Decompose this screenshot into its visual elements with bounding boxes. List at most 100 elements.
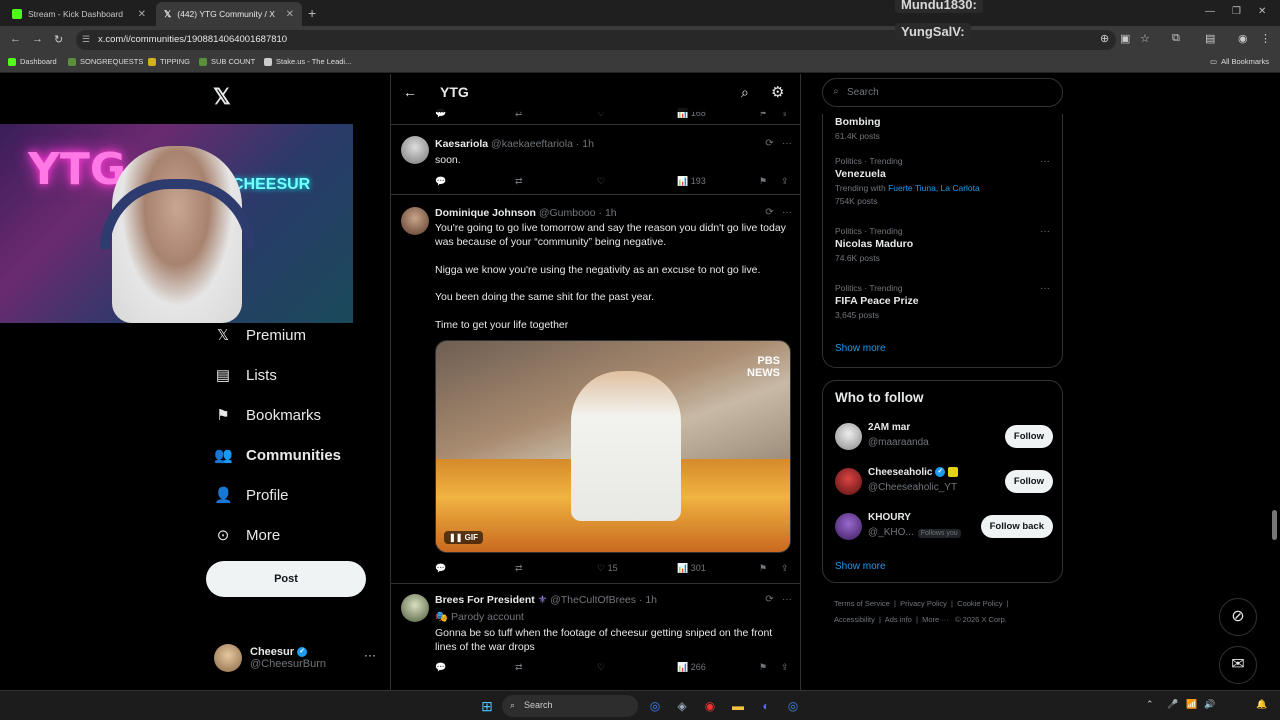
chrome-icon[interactable]: ◎ xyxy=(646,697,664,715)
bookmark-icon[interactable]: ⚑ xyxy=(759,176,767,187)
file-explorer-icon[interactable]: ▬ xyxy=(729,697,747,715)
scrollbar[interactable] xyxy=(1272,510,1277,540)
bookmark-songrequests[interactable]: SONGREQUESTS xyxy=(68,57,143,66)
views-count[interactable]: 📊 301 xyxy=(677,563,706,574)
retweet-icon[interactable]: ⇄ xyxy=(515,563,523,574)
grok-and-more-icon[interactable]: ⟳ ··· xyxy=(765,207,792,218)
avatar[interactable] xyxy=(401,207,429,235)
volume-icon[interactable]: 🔊 xyxy=(1204,699,1215,710)
grok-and-more-icon[interactable]: ⟳ ··· xyxy=(765,138,792,149)
chrome-icon[interactable]: ◎ xyxy=(784,697,802,715)
author-handle[interactable]: @TheCultOfBrees · 1h xyxy=(550,594,657,606)
forward-icon[interactable]: → xyxy=(32,33,43,45)
reply-icon[interactable]: 💬 xyxy=(435,176,446,187)
author-name[interactable]: Dominique Johnson xyxy=(435,207,536,219)
cast-icon[interactable]: ▣ xyxy=(1120,32,1130,45)
star-icon[interactable]: ☆ xyxy=(1140,32,1150,45)
grok-icon[interactable]: ⊘ xyxy=(1219,598,1257,636)
sidebar-item-more[interactable]: ⊙ More xyxy=(214,526,280,545)
notification-icon[interactable]: 🔔 xyxy=(1256,699,1267,710)
sidebar-item-premium[interactable]: 𝕏 Premium xyxy=(214,326,306,345)
gear-icon[interactable]: ⚙ xyxy=(771,83,784,101)
profile-avatar-icon[interactable]: ◉ xyxy=(1238,32,1248,45)
sidebar-item-communities[interactable]: 👥 Communities xyxy=(214,446,341,465)
more-dots-icon[interactable]: ··· xyxy=(1040,226,1050,237)
bookmark-dashboard[interactable]: Dashboard xyxy=(8,57,57,66)
share-icon[interactable]: ⇪ xyxy=(781,176,789,187)
sidebar-item-lists[interactable]: ▤ Lists xyxy=(214,366,277,385)
bookmark-icon[interactable]: ⚑ xyxy=(759,563,767,574)
back-arrow-icon[interactable]: ← xyxy=(403,84,417,100)
tweet[interactable]: Kaesariola @kaekaeeftariola · 1h ⟳ ··· s… xyxy=(391,124,800,195)
like-icon[interactable]: ♡ 15 xyxy=(597,563,618,574)
wifi-icon[interactable]: 📶 xyxy=(1186,699,1197,710)
reload-icon[interactable]: ↻ xyxy=(54,33,63,46)
messages-icon[interactable]: ✉ xyxy=(1219,646,1257,684)
author-name[interactable]: Kaesariola xyxy=(435,138,488,150)
minimize-icon[interactable]: — xyxy=(1205,6,1215,17)
follow-button[interactable]: Follow xyxy=(1004,470,1053,493)
like-icon[interactable]: ♡ xyxy=(597,176,605,187)
taskbar-search[interactable]: ⌕ Search xyxy=(502,695,638,717)
footer-link[interactable]: Cookie Policy xyxy=(957,599,1002,608)
search-input[interactable]: ⌕ Search xyxy=(822,78,1063,107)
footer-link[interactable]: Privacy Policy xyxy=(900,599,947,608)
site-info-icon[interactable]: ☰ xyxy=(82,34,90,45)
sidepanel-icon[interactable]: ▤ xyxy=(1205,32,1215,45)
tweet[interactable]: Dominique Johnson @Gumbooo · 1h ⟳ ··· Yo… xyxy=(391,195,800,584)
show-more-link[interactable]: Show more xyxy=(835,561,886,572)
retweet-icon[interactable]: ⇄ xyxy=(515,176,523,187)
tweet[interactable]: Brees For President ⚜ @TheCultOfBrees · … xyxy=(391,584,800,690)
menu-kebab-icon[interactable]: ⋮ xyxy=(1260,32,1271,45)
views-count[interactable]: 📊 193 xyxy=(677,176,706,187)
trend-item[interactable]: Politics · Trending Venezuela Trending w… xyxy=(835,156,1050,206)
footer-link[interactable]: Ads info xyxy=(885,615,912,624)
like-icon[interactable]: ♡ xyxy=(597,662,605,673)
bookmark-icon[interactable]: ⚑ xyxy=(759,662,767,673)
sidebar-item-profile[interactable]: 👤 Profile xyxy=(214,486,289,505)
more-dots-icon[interactable]: ··· xyxy=(1040,283,1050,294)
avatar[interactable] xyxy=(401,136,429,164)
close-tab-icon[interactable]: ✕ xyxy=(138,9,146,20)
follow-suggestion[interactable]: 2AM mar @maaraanda Follow xyxy=(835,421,1053,453)
show-more-link[interactable]: Show more xyxy=(835,343,886,354)
gif-badge[interactable]: ❚❚ GIF xyxy=(444,531,483,544)
discord-icon[interactable]: ◐ xyxy=(757,697,775,715)
trend-item[interactable]: Politics · Trending Nicolas Maduro 74.6K… xyxy=(835,226,1050,263)
trend-item[interactable]: Bombing 61.4K posts xyxy=(835,114,1050,141)
back-icon[interactable]: ← xyxy=(10,33,21,45)
grok-and-more-icon[interactable]: ⟳ ··· xyxy=(765,594,792,605)
extensions-icon[interactable]: ⧉ xyxy=(1172,32,1180,45)
footer-link[interactable]: Accessibility xyxy=(834,615,875,624)
follow-suggestion[interactable]: Cheeseaholic ✓ @Cheeseaholic_YT Follow xyxy=(835,466,1053,498)
bookmark-stake[interactable]: Stake.us - The Leadi... xyxy=(264,57,351,66)
views-count[interactable]: 📊 266 xyxy=(677,662,706,673)
share-icon[interactable]: ⇪ xyxy=(781,563,789,574)
windows-start-icon[interactable]: ⊞ xyxy=(478,697,496,715)
account-switcher[interactable]: Cheesur ✓ @CheesurBurn ··· xyxy=(214,644,376,672)
trend-item[interactable]: Politics · Trending FIFA Peace Prize 3,6… xyxy=(835,283,1050,320)
browser-tab-x[interactable]: 𝕏 (442) YTG Community / X ✕ xyxy=(156,2,302,26)
reply-icon[interactable]: 💬 xyxy=(435,662,446,673)
follow-suggestion[interactable]: KHOURY @_KHO... Follows you Follow back xyxy=(835,511,1053,543)
steam-icon[interactable]: ◈ xyxy=(673,697,691,715)
new-tab-icon[interactable]: + xyxy=(308,5,316,21)
close-window-icon[interactable]: ✕ xyxy=(1258,6,1266,17)
follow-button[interactable]: Follow xyxy=(1004,425,1053,448)
author-handle[interactable]: @Gumbooo · 1h xyxy=(539,207,617,219)
footer-link[interactable]: More ··· xyxy=(922,615,949,624)
post-button[interactable]: Post xyxy=(206,561,366,597)
share-icon[interactable]: ⇪ xyxy=(781,662,789,673)
browser-tab-kick[interactable]: Stream - Kick Dashboard ✕ xyxy=(4,2,154,26)
maximize-icon[interactable]: ❐ xyxy=(1232,6,1241,17)
close-tab-icon[interactable]: ✕ xyxy=(286,9,294,20)
more-dots-icon[interactable]: ··· xyxy=(1040,156,1050,167)
author-handle[interactable]: @kaekaeeftariola · 1h xyxy=(491,138,594,150)
all-bookmarks[interactable]: ▭ All Bookmarks xyxy=(1210,57,1269,66)
search-icon[interactable]: ⌕ xyxy=(741,84,749,101)
tray-chevron-icon[interactable]: ⌃ xyxy=(1146,699,1154,710)
follow-back-button[interactable]: Follow back xyxy=(980,515,1053,538)
bookmark-subcount[interactable]: SUB COUNT xyxy=(199,57,255,66)
author-name[interactable]: Brees For President xyxy=(435,594,535,606)
mic-icon[interactable]: 🎤 xyxy=(1167,699,1178,710)
